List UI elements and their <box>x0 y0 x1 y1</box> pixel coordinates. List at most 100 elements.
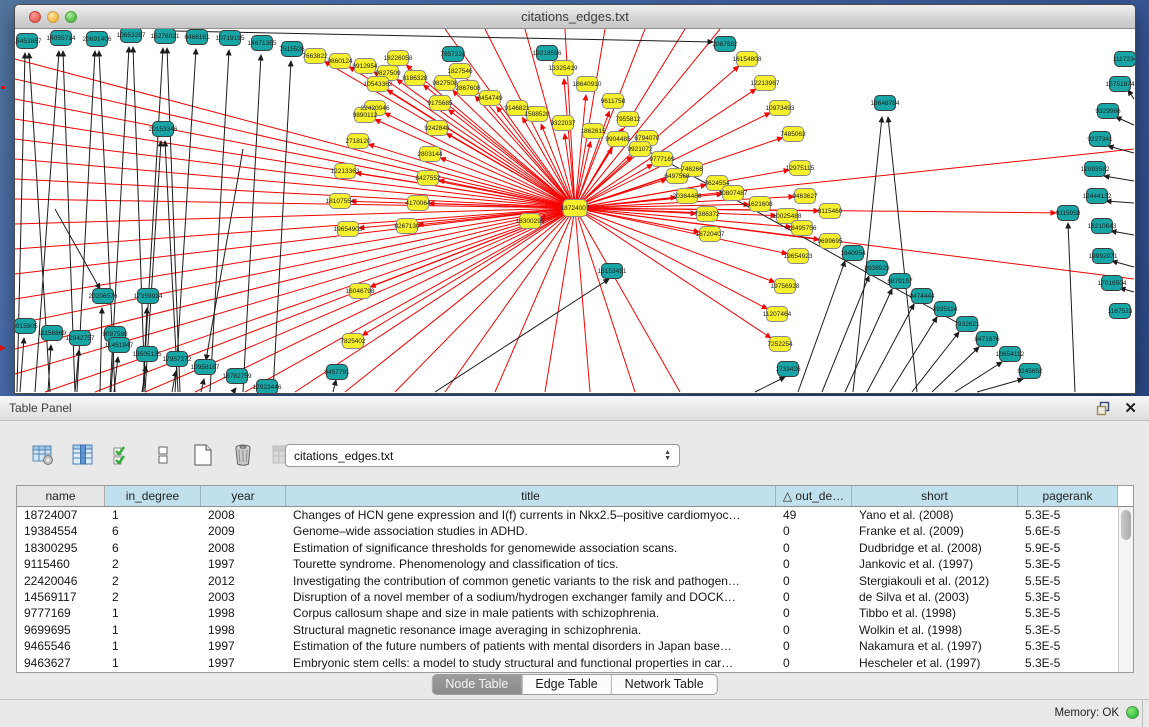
table-cell: 0 <box>776 523 852 539</box>
graph-node-label: 18495756 <box>788 225 817 232</box>
table-cell: 0 <box>776 589 852 605</box>
table-cell: 0 <box>776 540 852 556</box>
graph-node-label: 6497568 <box>664 173 690 180</box>
network-canvas[interactable]: 1645388714055714206914061065328715276021… <box>15 29 1135 393</box>
graph-node-label: 1733426 <box>775 366 801 373</box>
table-row[interactable]: 2242004622012Investigating the contribut… <box>17 573 1133 589</box>
close-panel-icon[interactable]: ✕ <box>1124 399 1137 417</box>
graph-node-label: 13325419 <box>549 65 578 72</box>
column-header-short[interactable]: short <box>852 486 1018 506</box>
graph-node-label: 19654923 <box>784 253 813 260</box>
new-table-icon[interactable] <box>190 442 216 468</box>
graph-node-label: 9777169 <box>649 156 675 163</box>
background-artifact <box>0 345 6 351</box>
graph-node-label: 10958187 <box>191 364 220 371</box>
table-cell: 6 <box>105 540 201 556</box>
table-row[interactable]: 946554611997Estimation of the future num… <box>17 638 1133 654</box>
tab-edge-table[interactable]: Edge Table <box>522 675 611 694</box>
table-row[interactable]: 1456911722003Disruption of a novel membe… <box>17 589 1133 605</box>
graph-node-label: 7663822 <box>302 53 328 60</box>
graph-node-label: 10719195 <box>216 35 245 42</box>
table-cell: Disruption of a novel member of a sodium… <box>286 589 776 605</box>
table-cell: 2008 <box>201 540 286 556</box>
table-row[interactable]: 969969511998Structural magnetic resonanc… <box>17 622 1133 638</box>
column-header-name[interactable]: name <box>17 486 105 506</box>
table-selector-dropdown[interactable]: citations_edges.txt ▲▼ <box>285 444 680 467</box>
window-title: citations_edges.txt <box>15 9 1135 24</box>
graph-node-label: 19992971 <box>1089 253 1118 260</box>
table-cell: Investigating the contribution of common… <box>286 573 776 589</box>
graph-node-label: 7957224 <box>440 51 466 58</box>
graph-node-label: 1588520 <box>524 111 550 118</box>
status-bar: Memory: OK <box>0 699 1149 727</box>
graph-node-label: 20691406 <box>83 36 112 43</box>
node-table: namein_degreeyeartitle△ out_de…shortpage… <box>16 485 1134 673</box>
table-row[interactable]: 911546021997Tourette syndrome. Phenomeno… <box>17 556 1133 572</box>
graph-node-label: 14671355 <box>248 40 277 47</box>
table-cell: 1 <box>105 655 201 671</box>
graph-node-label: 746266 <box>681 166 703 173</box>
graph-node-label: 16154808 <box>733 56 762 63</box>
column-header-year[interactable]: year <box>201 486 286 506</box>
table-panel-title: Table Panel <box>9 401 72 415</box>
graph-node-label: 11156869 <box>38 330 66 337</box>
graph-node-label: 20153346 <box>149 126 178 133</box>
graph-node-label: 10973493 <box>766 105 795 112</box>
graph-node-label: 9699695 <box>817 238 843 245</box>
graph-node-label: 10025488 <box>773 213 802 220</box>
table-row[interactable]: 977716911998Corpus callosum shape and si… <box>17 605 1133 621</box>
graph-node-label: 9463627 <box>792 193 818 200</box>
vertical-scrollbar[interactable] <box>1118 507 1133 672</box>
graph-node-label: 11207464 <box>763 311 792 318</box>
table-row[interactable]: 1938455462009Genome–wide association stu… <box>17 523 1133 539</box>
column-header-in_degree[interactable]: in_degree <box>105 486 201 506</box>
table-cell: 2012 <box>201 573 286 589</box>
table-cell: 9115460 <box>17 556 105 572</box>
table-cell: 1 <box>105 638 201 654</box>
graph-node-label: 9322037 <box>550 120 576 127</box>
table-cell: 2 <box>105 573 201 589</box>
scrollbar-thumb[interactable] <box>1121 510 1131 540</box>
graph-node-label: 3915905 <box>15 323 38 330</box>
graph-node-label: 9245652 <box>1017 368 1043 375</box>
table-cell: 2 <box>105 589 201 605</box>
window-titlebar[interactable]: citations_edges.txt <box>15 5 1135 29</box>
graph-node-label: 7515526 <box>279 46 305 53</box>
table-cell: 5.3E-5 <box>1018 507 1118 523</box>
graph-node-label: 20364486 <box>673 193 702 200</box>
graph-node-label: 9827509 <box>375 70 401 77</box>
table-row[interactable]: 1830029562008Estimation of significance … <box>17 540 1133 556</box>
delete-table-icon[interactable] <box>230 442 256 468</box>
table-cell: 18300295 <box>17 540 105 556</box>
graph-node-label: 17359924 <box>134 293 163 300</box>
select-all-icon[interactable] <box>110 442 136 468</box>
tab-node-table[interactable]: Node Table <box>432 675 522 694</box>
float-panel-icon[interactable] <box>1096 401 1111 416</box>
graph-node-label: 18724007 <box>561 205 590 212</box>
table-cell: 14569117 <box>17 589 105 605</box>
table-row[interactable]: 946362711997Embryonic stem cells: a mode… <box>17 655 1133 671</box>
graph-node-label: 9890112 <box>353 112 378 119</box>
table-settings-icon[interactable] <box>30 442 56 468</box>
show-columns-icon[interactable] <box>70 442 96 468</box>
table-cell: Hescheler et al. (1997) <box>852 655 1018 671</box>
table-cell: Changes of HCN gene expression and I(f) … <box>286 507 776 523</box>
table-cell: 0 <box>776 556 852 572</box>
row-height-icon[interactable] <box>150 442 176 468</box>
column-header-out_de[interactable]: △ out_de… <box>776 486 852 506</box>
table-cell: 5.3E-5 <box>1018 605 1118 621</box>
graph-node-label: 12093582 <box>1081 166 1110 173</box>
table-cell: 5.3E-5 <box>1018 638 1118 654</box>
graph-node-label: 9860124 <box>327 58 353 65</box>
table-cell: 1998 <box>201 622 286 638</box>
graph-node-label: 7825402 <box>340 338 366 345</box>
column-header-title[interactable]: title <box>286 486 776 506</box>
graph-node-label: 18107554 <box>326 198 355 205</box>
graph-node-label: 9474444 <box>909 293 935 300</box>
table-cell: 5.3E-5 <box>1018 556 1118 572</box>
table-row[interactable]: 1872400712008Changes of HCN gene express… <box>17 507 1133 523</box>
graph-node-label: 16453887 <box>15 38 42 45</box>
column-header-pagerank[interactable]: pagerank <box>1018 486 1118 506</box>
tab-network-table[interactable]: Network Table <box>612 675 717 694</box>
table-cell: 18724007 <box>17 507 105 523</box>
